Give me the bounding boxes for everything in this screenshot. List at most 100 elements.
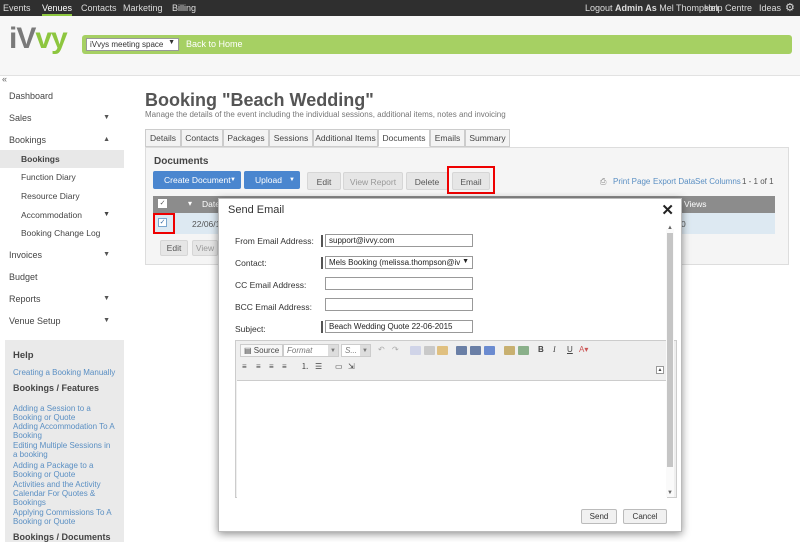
align-left-icon[interactable]: ≡ — [242, 361, 247, 373]
from-email-field[interactable]: support@ivvy.com — [325, 234, 473, 247]
tab-emails[interactable]: Emails — [430, 129, 465, 147]
send-button[interactable]: Send — [581, 509, 617, 524]
cc-email-field[interactable] — [325, 277, 473, 290]
ideas-link[interactable]: Ideas — [759, 3, 781, 13]
tab-sessions[interactable]: Sessions — [269, 129, 313, 147]
paste-icon[interactable] — [437, 346, 448, 355]
nav-contacts[interactable]: Contacts — [81, 3, 117, 13]
numbered-list-icon[interactable]: ⒈ — [301, 361, 309, 373]
tab-details[interactable]: Details — [145, 129, 181, 147]
find-icon[interactable] — [456, 346, 467, 355]
scroll-up-icon[interactable]: ▲ — [667, 225, 673, 231]
redo-icon[interactable]: ↷ — [392, 344, 399, 356]
email-body-editor[interactable] — [237, 380, 667, 498]
set-columns-link[interactable]: Set Columns — [695, 177, 741, 186]
sidebar-item-label: Reports — [9, 294, 41, 304]
chevron-down-icon: ▼ — [103, 251, 110, 258]
help-link-multiple-sessions[interactable]: Editing Multiple Sessions in a booking — [13, 441, 113, 459]
export-data-link[interactable]: Export Data — [653, 177, 695, 186]
help-link-package[interactable]: Adding a Package to a Booking or Quote — [13, 461, 108, 479]
subject-label: Subject: — [235, 324, 266, 334]
nav-events[interactable]: Events — [3, 3, 31, 13]
align-center-icon[interactable]: ≡ — [256, 361, 261, 373]
venue-select[interactable]: iVvys meeting space ▼ — [86, 38, 179, 51]
sidebar-sub-function-diary[interactable]: Function Diary — [0, 168, 124, 186]
sidebar-item-venue-setup[interactable]: Venue Setup ▼ — [0, 310, 124, 332]
sidebar-item-dashboard[interactable]: Dashboard — [0, 85, 124, 107]
horizontal-rule-icon[interactable]: ▭ — [335, 361, 343, 373]
tab-additional-items[interactable]: Additional Items — [313, 129, 378, 147]
italic-button[interactable]: I — [553, 344, 556, 356]
sidebar-sub-bookings[interactable]: Bookings — [0, 150, 124, 168]
source-button[interactable]: ▤ Source — [240, 344, 284, 357]
select-all-checkbox[interactable]: ✓ — [158, 199, 167, 208]
copy-icon[interactable] — [424, 346, 435, 355]
collapse-sidebar-icon[interactable]: « — [2, 74, 7, 84]
help-link-accommodation[interactable]: Adding Accommodation To A Booking — [13, 422, 123, 440]
help-link-commissions[interactable]: Applying Commissions To A Booking or Quo… — [13, 508, 118, 526]
column-header-views[interactable]: Views — [684, 199, 707, 209]
tab-documents[interactable]: Documents — [378, 129, 430, 147]
table-icon[interactable] — [518, 346, 529, 355]
tab-contacts[interactable]: Contacts — [181, 129, 223, 147]
cancel-button[interactable]: Cancel — [623, 509, 667, 524]
sidebar-item-reports[interactable]: Reports ▼ — [0, 288, 124, 310]
bold-button[interactable]: B — [538, 344, 544, 356]
sidebar-sub-resource-diary[interactable]: Resource Diary — [0, 187, 124, 205]
create-document-button[interactable]: Create Document ▼ — [153, 171, 241, 189]
help-link-activities[interactable]: Activities and the Activity Calendar For… — [13, 480, 118, 507]
sidebar-item-budget[interactable]: Budget — [0, 266, 124, 288]
nav-marketing[interactable]: Marketing — [123, 3, 163, 13]
sidebar-item-label: Sales — [9, 113, 32, 123]
printer-icon[interactable]: ⎙ — [600, 177, 606, 187]
from-email-label: From Email Address: — [235, 236, 314, 246]
contact-label: Contact: — [235, 258, 267, 268]
back-to-home-link[interactable]: Back to Home — [186, 39, 243, 49]
bcc-email-field[interactable] — [325, 298, 473, 311]
view-report-button[interactable]: View Report — [343, 172, 403, 190]
flag-icon[interactable] — [484, 346, 495, 355]
scroll-down-icon[interactable]: ▼ — [667, 490, 673, 496]
justify-icon[interactable]: ≡ — [282, 361, 287, 373]
nav-billing[interactable]: Billing — [172, 3, 196, 13]
subject-field[interactable]: Beach Wedding Quote 22-06-2015 — [325, 320, 473, 333]
sidebar-item-bookings[interactable]: Bookings ▲ — [0, 129, 124, 151]
help-link-manual[interactable]: Creating a Booking Manually — [13, 368, 118, 377]
gear-icon[interactable]: ⚙ — [785, 1, 795, 14]
sidebar-sub-label: Accommodation — [21, 210, 82, 220]
edit-button[interactable]: Edit — [307, 172, 341, 190]
help-centre-link[interactable]: Help Centre — [704, 3, 752, 13]
image-icon[interactable] — [504, 346, 515, 355]
remove-format-icon[interactable]: ⇲ — [348, 361, 355, 373]
tab-summary[interactable]: Summary — [465, 129, 510, 147]
tab-packages[interactable]: Packages — [223, 129, 269, 147]
sidebar-item-sales[interactable]: Sales ▼ — [0, 107, 124, 129]
align-right-icon[interactable]: ≡ — [269, 361, 274, 373]
close-icon[interactable]: ✕ — [661, 201, 674, 219]
styles-select[interactable]: S... ▼ — [341, 344, 371, 357]
sidebar-sub-booking-change-log[interactable]: Booking Change Log — [0, 224, 124, 242]
help-title: Help — [13, 350, 34, 361]
row-view-button[interactable]: View — [192, 240, 218, 256]
format-select[interactable]: Format ▼ — [283, 344, 339, 357]
collapse-toolbar-icon[interactable]: ▲ — [656, 366, 664, 374]
print-page-link[interactable]: Print Page — [613, 177, 650, 186]
replace-icon[interactable] — [470, 346, 481, 355]
help-link-session[interactable]: Adding a Session to a Booking or Quote — [13, 404, 93, 422]
underline-button[interactable]: U — [567, 344, 573, 356]
sort-icon[interactable]: ▾ — [188, 199, 192, 208]
sidebar-item-invoices[interactable]: Invoices ▼ — [0, 244, 124, 266]
undo-icon[interactable]: ↶ — [378, 344, 385, 356]
logout-link[interactable]: Logout Admin As Mel Thompson — [585, 3, 719, 13]
bulleted-list-icon[interactable]: ☰ — [315, 361, 322, 373]
delete-button[interactable]: Delete — [406, 172, 448, 190]
cut-icon[interactable] — [410, 346, 421, 355]
text-color-icon[interactable]: A▾ — [579, 344, 588, 356]
scrollbar-thumb[interactable] — [667, 233, 673, 467]
sidebar-sub-accommodation[interactable]: Accommodation ▼ — [0, 206, 124, 224]
nav-venues[interactable]: Venues — [42, 3, 73, 16]
chevron-down-icon: ▼ — [103, 295, 110, 302]
row-edit-button[interactable]: Edit — [160, 240, 188, 256]
contact-select[interactable]: Mels Booking (melissa.thompson@iv ▼ — [325, 256, 473, 269]
upload-button[interactable]: Upload ▼ — [244, 171, 300, 189]
